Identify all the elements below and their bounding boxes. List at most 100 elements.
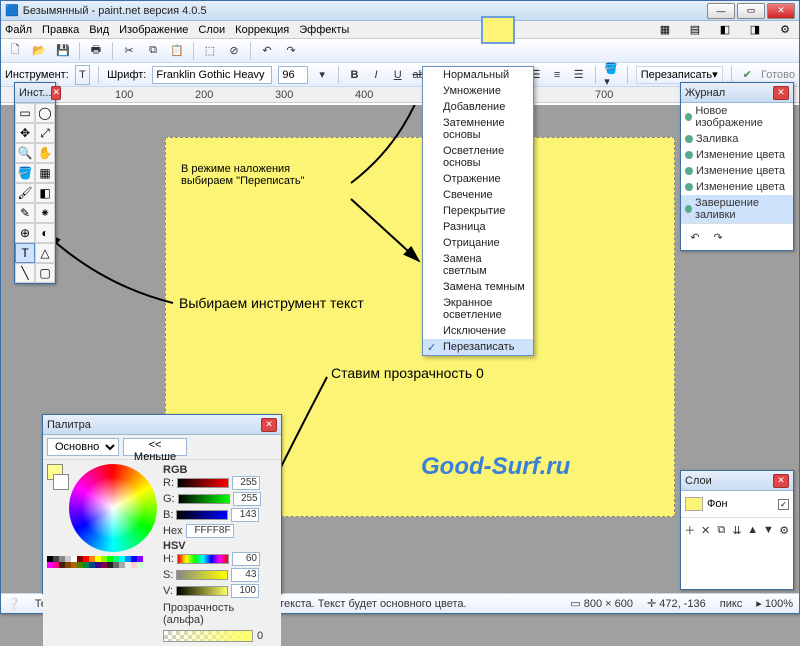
hex-value[interactable]: FFFF8F bbox=[186, 524, 234, 538]
tool-recolor[interactable]: ◐ bbox=[35, 223, 55, 243]
tool-pencil[interactable]: ✎ bbox=[15, 203, 35, 223]
fill-icon[interactable]: 🪣▾ bbox=[603, 65, 619, 85]
layer-visibility-checkbox[interactable]: ✓ bbox=[778, 499, 789, 510]
s-slider[interactable] bbox=[176, 570, 228, 580]
menu-adjust[interactable]: Коррекция bbox=[235, 24, 289, 36]
blend-item[interactable]: Умножение bbox=[423, 83, 533, 99]
history-item[interactable]: Изменение цвета bbox=[681, 179, 793, 195]
history-undo-icon[interactable]: ↶ bbox=[685, 227, 705, 247]
blend-item[interactable]: Осветление основы bbox=[423, 143, 533, 171]
layer-up-icon[interactable]: ▲ bbox=[746, 520, 760, 540]
color-mode-select[interactable]: Основной bbox=[47, 438, 119, 456]
print-icon[interactable]: 🖶 bbox=[86, 41, 106, 61]
blend-item[interactable]: Замена светлым bbox=[423, 251, 533, 279]
layer-row[interactable]: Фон ✓ bbox=[685, 497, 789, 511]
layer-merge-icon[interactable]: ⇊ bbox=[730, 520, 744, 540]
close-button[interactable]: ✕ bbox=[767, 3, 795, 19]
b-slider[interactable] bbox=[176, 510, 228, 520]
underline-button[interactable]: U bbox=[390, 65, 406, 85]
blend-item-selected[interactable]: Перезаписать bbox=[423, 339, 533, 355]
blend-item[interactable]: Замена темным bbox=[423, 279, 533, 295]
cut-icon[interactable]: ✂ bbox=[119, 41, 139, 61]
crop-icon[interactable]: ⬚ bbox=[200, 41, 220, 61]
tool-text[interactable]: T bbox=[15, 243, 35, 263]
history-close-icon[interactable]: ✕ bbox=[773, 86, 789, 100]
bold-button[interactable]: B bbox=[347, 65, 363, 85]
toggle-panel-3[interactable]: ◧ bbox=[715, 20, 735, 40]
history-item[interactable]: Изменение цвета bbox=[681, 163, 793, 179]
blend-mode-dropdown[interactable]: Перезаписать ▾ bbox=[636, 66, 723, 84]
document-thumbnail[interactable] bbox=[481, 16, 515, 44]
tool-fill[interactable]: 🪣 bbox=[15, 163, 35, 183]
tool-clone[interactable]: ⊕ bbox=[15, 223, 35, 243]
font-size-input[interactable] bbox=[278, 66, 308, 84]
layer-delete-icon[interactable]: ✕ bbox=[699, 520, 713, 540]
blend-item[interactable]: Свечение bbox=[423, 187, 533, 203]
tool-lasso[interactable]: ◯ bbox=[35, 103, 55, 123]
tool-rect-select[interactable]: ▭ bbox=[15, 103, 35, 123]
font-family-input[interactable] bbox=[152, 66, 272, 84]
tool-rect[interactable]: ▢ bbox=[35, 263, 55, 283]
g-slider[interactable] bbox=[178, 494, 230, 504]
blend-item[interactable]: Разница bbox=[423, 219, 533, 235]
layers-close-icon[interactable]: ✕ bbox=[773, 474, 789, 488]
menu-layers[interactable]: Слои bbox=[198, 24, 225, 36]
layer-props-icon[interactable]: ⚙ bbox=[777, 520, 791, 540]
history-item[interactable]: Заливка bbox=[681, 131, 793, 147]
blend-item[interactable]: Добавление bbox=[423, 99, 533, 115]
minimize-button[interactable]: — bbox=[707, 3, 735, 19]
tool-picker[interactable]: ⁕ bbox=[35, 203, 55, 223]
status-units[interactable]: пикс bbox=[720, 598, 743, 610]
settings-icon[interactable]: ⚙ bbox=[775, 20, 795, 40]
history-item-selected[interactable]: Завершение заливки bbox=[681, 195, 793, 223]
italic-button[interactable]: I bbox=[368, 65, 384, 85]
layer-down-icon[interactable]: ▼ bbox=[762, 520, 776, 540]
tools-close-icon[interactable]: ✕ bbox=[51, 86, 61, 100]
size-dropdown-icon[interactable]: ▾ bbox=[314, 65, 330, 85]
tool-line[interactable]: ╲ bbox=[15, 263, 35, 283]
align-right-icon[interactable]: ☰ bbox=[571, 65, 587, 85]
tool-move[interactable]: ✥ bbox=[15, 123, 35, 143]
history-item[interactable]: Изменение цвета bbox=[681, 147, 793, 163]
blend-item[interactable]: Исключение bbox=[423, 323, 533, 339]
color-swatches[interactable] bbox=[47, 556, 157, 568]
s-value[interactable]: 43 bbox=[231, 568, 259, 582]
toggle-panel-1[interactable]: ▦ bbox=[655, 20, 675, 40]
r-value[interactable]: 255 bbox=[232, 476, 260, 490]
tool-brush[interactable]: 🖌 bbox=[15, 183, 35, 203]
tool-shapes[interactable]: △ bbox=[35, 243, 55, 263]
blend-item[interactable]: Затемнение основы bbox=[423, 115, 533, 143]
layer-add-icon[interactable]: ＋ bbox=[683, 520, 697, 540]
status-zoom[interactable]: ▸ 100% bbox=[756, 597, 793, 610]
toggle-panel-2[interactable]: ▤ bbox=[685, 20, 705, 40]
blend-item[interactable]: Отражение bbox=[423, 171, 533, 187]
alpha-value[interactable]: 0 bbox=[257, 630, 263, 642]
menu-effects[interactable]: Эффекты bbox=[299, 24, 349, 36]
tool-eraser[interactable]: ◧ bbox=[35, 183, 55, 203]
tool-move-sel[interactable]: ⤢ bbox=[35, 123, 55, 143]
secondary-swatch[interactable] bbox=[53, 474, 69, 490]
color-wheel[interactable] bbox=[69, 464, 157, 552]
less-button[interactable]: << Меньше bbox=[123, 438, 187, 456]
h-slider[interactable] bbox=[177, 554, 229, 564]
deselect-icon[interactable]: ⊘ bbox=[224, 41, 244, 61]
history-item[interactable]: Новое изображение bbox=[681, 103, 793, 131]
h-value[interactable]: 60 bbox=[232, 552, 260, 566]
redo-icon[interactable]: ↷ bbox=[281, 41, 301, 61]
open-icon[interactable]: 📂 bbox=[29, 41, 49, 61]
align-center-icon[interactable]: ≡ bbox=[549, 65, 565, 85]
r-slider[interactable] bbox=[177, 478, 229, 488]
maximize-button[interactable]: ▭ bbox=[737, 3, 765, 19]
b-value[interactable]: 143 bbox=[231, 508, 259, 522]
v-value[interactable]: 100 bbox=[231, 584, 259, 598]
copy-icon[interactable]: ⧉ bbox=[143, 41, 163, 61]
alpha-slider[interactable] bbox=[163, 630, 253, 642]
blend-item[interactable]: Экранное осветление bbox=[423, 295, 533, 323]
menu-image[interactable]: Изображение bbox=[119, 24, 188, 36]
menu-file[interactable]: Файл bbox=[5, 24, 32, 36]
toggle-panel-4[interactable]: ◨ bbox=[745, 20, 765, 40]
palette-close-icon[interactable]: ✕ bbox=[261, 418, 277, 432]
menu-edit[interactable]: Правка bbox=[42, 24, 79, 36]
save-icon[interactable]: 💾 bbox=[53, 41, 73, 61]
blend-item[interactable]: Отрицание bbox=[423, 235, 533, 251]
